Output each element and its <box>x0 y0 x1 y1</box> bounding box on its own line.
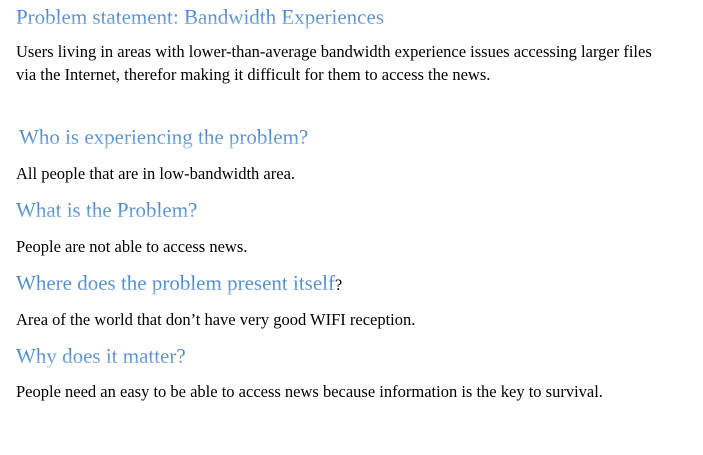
section-heading-problem-statement: Problem statement: Bandwidth Experiences <box>16 5 384 29</box>
section-body-why: People need an easy to be able to access… <box>16 382 603 401</box>
section-heading-why: Why does it matter? <box>16 344 186 368</box>
section-body-what: People are not able to access news. <box>16 237 248 256</box>
section-heading-where-text: Where does the problem present itself <box>16 271 335 295</box>
section-body-who: All people that are in low-bandwidth are… <box>16 164 296 183</box>
section-body-problem-statement: Users living in areas with lower-than-av… <box>16 42 652 84</box>
section-heading-who: Who is experiencing the problem? <box>19 125 309 149</box>
section-heading-what: What is the Problem? <box>16 198 198 222</box>
section-body-where: Area of the world that don’t have very g… <box>16 310 416 329</box>
section-heading-where-question-mark: ? <box>334 277 343 294</box>
section-heading-where: Where does the problem present itself? <box>16 271 342 298</box>
